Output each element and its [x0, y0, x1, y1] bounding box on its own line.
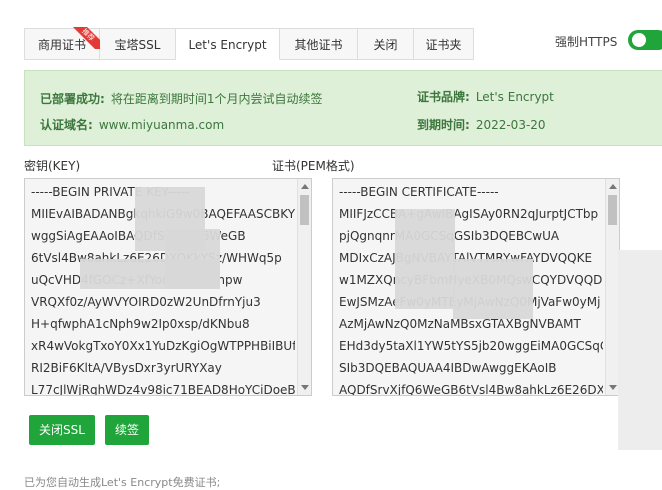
tab-lets-encrypt[interactable]: Let's Encrypt	[176, 28, 280, 60]
tab-commercial-cert[interactable]: 商用证书 推荐	[24, 27, 100, 60]
key-line: L77cJlWjRqhWDz4v98ic71BEAD8HoYCiDoeBj	[31, 383, 295, 396]
redaction-overlay	[165, 229, 220, 289]
force-https-label: 强制HTTPS	[555, 35, 618, 49]
cert-info-panel: 已部署成功: 将在距离到期时间1个月内尝试自动续签 认证域名: www.miyuan…	[24, 70, 662, 146]
cert-textarea[interactable]: -----BEGIN CERTIFICATE----- MIIFJzCCBA+g…	[332, 178, 620, 396]
scroll-down-icon[interactable]	[609, 385, 617, 390]
key-line: RI2BiF6KltA/VBysDxr3yrURYXay	[31, 361, 222, 375]
close-ssl-button[interactable]: 关闭SSL	[29, 415, 95, 445]
brand-value: Let's Encrypt	[475, 90, 554, 104]
deployed-value: 将在距离到期时间1个月内尝试自动续签	[110, 92, 323, 106]
cert-line: MIIFJzCCBA+gAwIBAgISAy0RN2qJurptJCTbp	[339, 207, 599, 221]
tab-baota-ssl[interactable]: 宝塔SSL	[100, 28, 176, 60]
scroll-thumb[interactable]	[300, 195, 309, 225]
domain-value: www.miyuanma.com	[98, 118, 225, 132]
brand-row: 证书品牌: Let's Encrypt	[417, 88, 554, 105]
tab-bar: 商用证书 推荐 宝塔SSL Let's Encrypt 其他证书 关闭 证书夹	[24, 27, 474, 60]
expiry-label: 到期时间:	[417, 118, 470, 132]
key-textarea[interactable]: -----BEGIN PRIVATE KEY----- MIIEvAIBADAN…	[24, 178, 312, 396]
domain-row: 认证域名: www.miyuanma.com	[40, 116, 224, 133]
cert-line: EHd3dy5taXl1YW5tYS5jb20wggEiMA0GCSqG	[339, 339, 603, 353]
tab-label: 证书夹	[425, 38, 462, 52]
scroll-up-icon[interactable]	[609, 184, 617, 189]
brand-label: 证书品牌:	[417, 90, 470, 104]
cert-line: pjQgnqnrMA0GCSqGSIb3DQEBCwUA	[339, 229, 603, 251]
cert-line: AQDfSrvXjfQ6WeGB6tVsl4Bw8ahkLz6E26DX	[339, 383, 603, 396]
cert-scrollbar[interactable]	[605, 179, 619, 395]
redaction-overlay	[395, 209, 455, 309]
tab-label: Let's Encrypt	[188, 38, 267, 52]
recommend-badge: 推荐	[70, 27, 100, 49]
expiry-row: 到期时间: 2022-03-20	[417, 116, 546, 133]
tab-label: 其他证书	[294, 38, 343, 52]
renew-button[interactable]: 续签	[105, 415, 150, 445]
tab-cert-folder[interactable]: 证书夹	[414, 28, 474, 60]
domain-label: 认证域名:	[40, 118, 93, 132]
cert-label: 证书(PEM格式)	[272, 159, 355, 173]
tab-label: 宝塔SSL	[114, 38, 161, 52]
cert-line: AzMjAwNzQ0MzNaMBsxGTAXBgNVBAMT	[339, 317, 581, 331]
key-label: 密钥(KEY)	[24, 159, 81, 173]
auto-generated-note: 已为您自动生成Let's Encrypt免费证书;	[24, 476, 221, 489]
redaction-overlay	[453, 259, 533, 319]
key-line: H+qfwphA1cNph9w2Ip0xsp/dKNbu8	[31, 317, 250, 331]
tab-other-cert[interactable]: 其他证书	[280, 28, 358, 60]
force-https-toggle[interactable]	[628, 30, 662, 50]
tab-close[interactable]: 关闭	[358, 28, 414, 60]
key-line: VRQXf0z/AyWVYOIRD0zW2UnDfrnYju3	[31, 295, 261, 309]
scroll-down-icon[interactable]	[301, 385, 309, 390]
redaction-overlay	[618, 250, 662, 450]
expiry-value: 2022-03-20	[475, 118, 546, 132]
key-scrollbar[interactable]	[297, 179, 311, 395]
scroll-up-icon[interactable]	[301, 184, 309, 189]
cert-line: -----BEGIN CERTIFICATE-----	[339, 185, 499, 199]
key-line: xR4wVokgTxoY0Xx1YuDzKgiOgWTPPHBiIBUf	[31, 339, 295, 353]
deployed-row: 已部署成功: 将在距离到期时间1个月内尝试自动续签	[40, 90, 322, 107]
scroll-thumb[interactable]	[608, 195, 617, 225]
deployed-label: 已部署成功:	[40, 92, 105, 106]
cert-line: SIb3DQEBAQUAA4IBDwAwggEKAoIB	[339, 361, 557, 375]
tab-label: 关闭	[373, 38, 398, 52]
